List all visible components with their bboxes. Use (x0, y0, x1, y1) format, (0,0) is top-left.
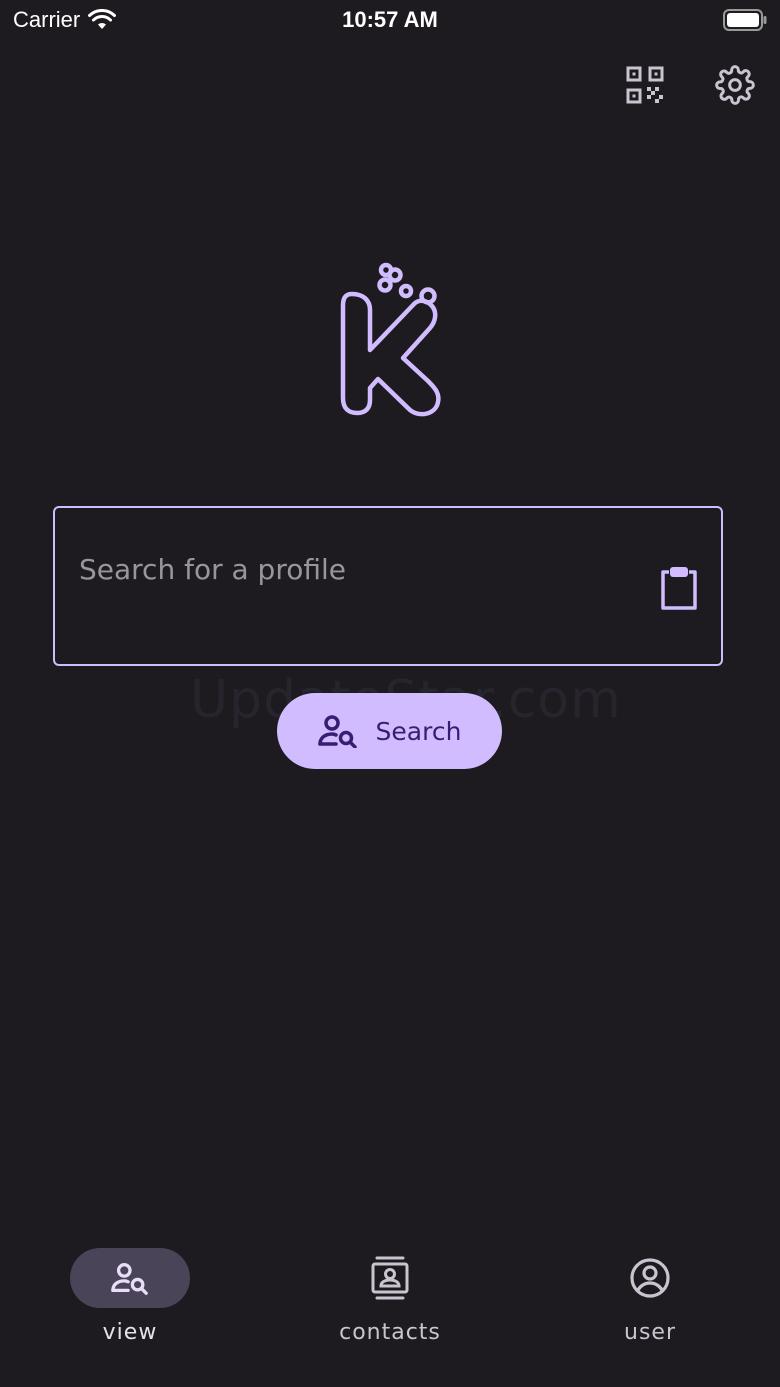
search-button[interactable]: Search (277, 693, 502, 769)
nav-item-view[interactable]: view (30, 1248, 230, 1358)
clipboard-icon (661, 567, 697, 610)
gear-icon (715, 65, 755, 105)
clock: 10:57 AM (342, 7, 438, 32)
battery-icon (723, 9, 767, 31)
search-button-label: Search (375, 716, 462, 746)
app-logo (340, 262, 441, 417)
nav-indicator (70, 1248, 190, 1308)
nav-label-contacts: contacts (339, 1320, 441, 1345)
person-search-icon (317, 715, 357, 748)
person-search-icon (111, 1263, 148, 1295)
nav-item-contacts[interactable]: contacts (290, 1248, 490, 1358)
paste-button[interactable] (657, 564, 701, 612)
profile-search-field (53, 506, 723, 666)
qr-code-button[interactable] (615, 55, 675, 115)
settings-button[interactable] (705, 55, 765, 115)
qr-code-icon (626, 66, 664, 104)
nav-item-user[interactable]: user (550, 1248, 750, 1358)
nav-label-view: view (102, 1320, 158, 1345)
contacts-icon (371, 1256, 409, 1300)
nav-label-user: user (624, 1320, 676, 1345)
account-circle-icon (630, 1258, 670, 1298)
status-bar: Carrier 10:57 AM (0, 0, 780, 40)
search-input[interactable] (77, 548, 641, 590)
bottom-navigation: view contacts user (0, 1230, 780, 1387)
